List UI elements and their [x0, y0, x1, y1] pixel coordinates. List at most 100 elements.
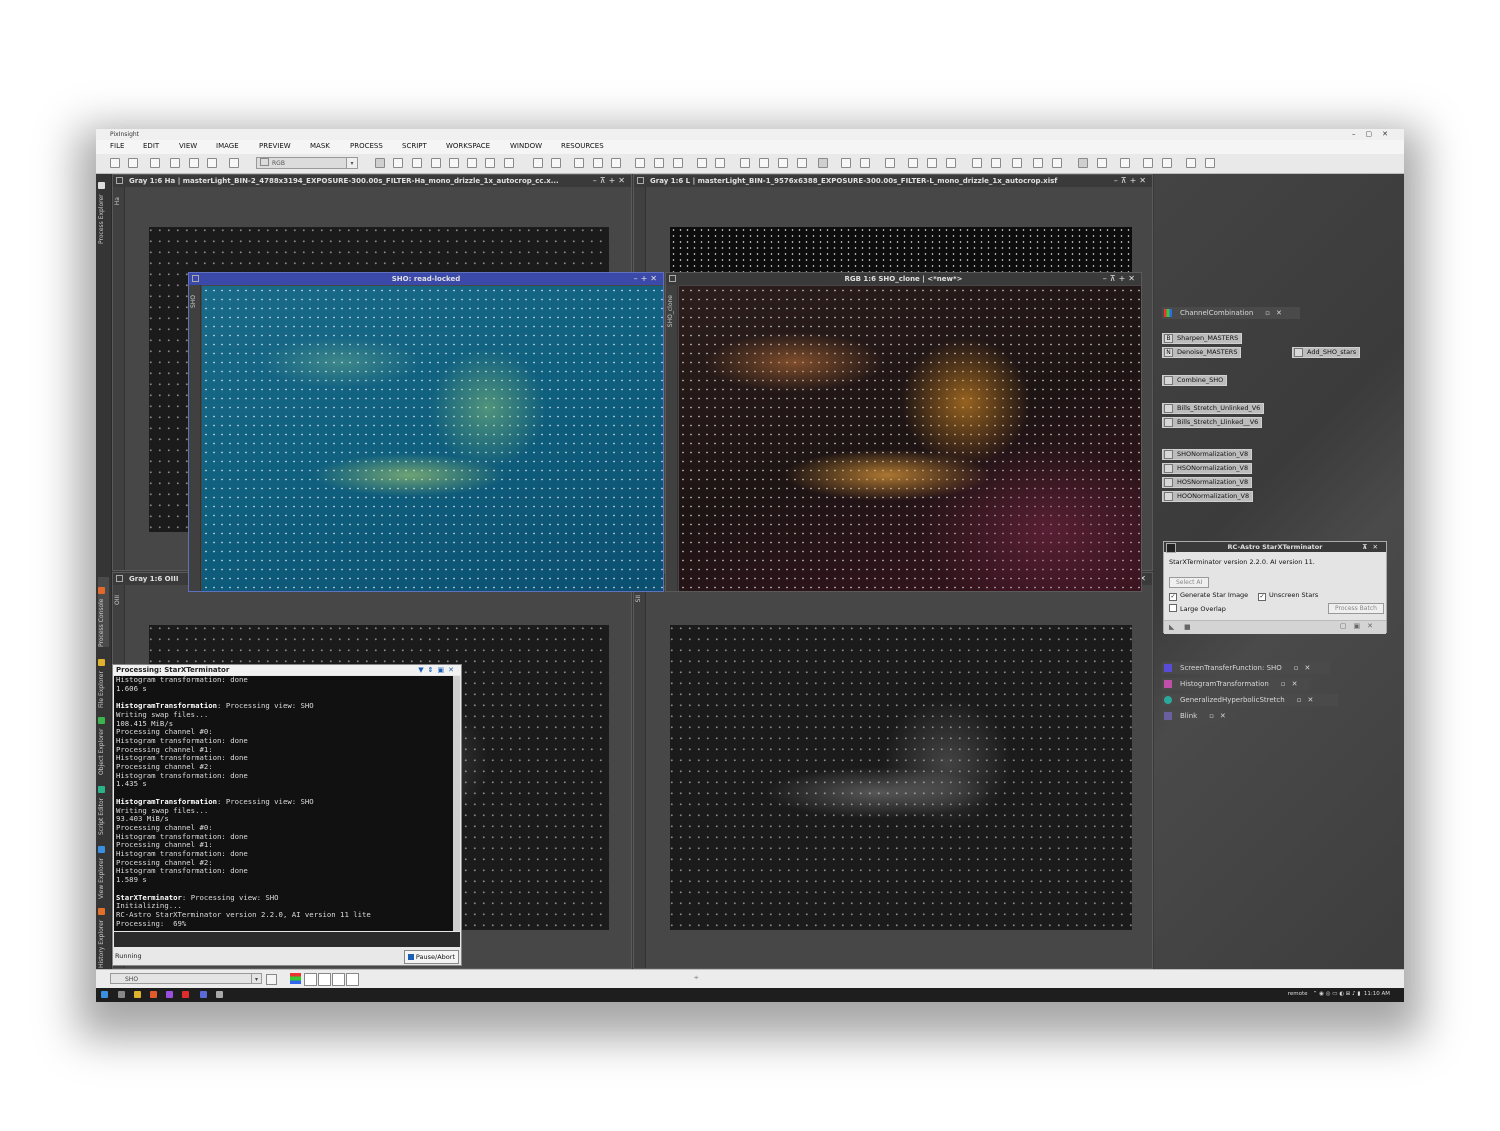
menu-workspace[interactable]: WORKSPACE — [446, 142, 490, 150]
window-controls[interactable]: ▫✕ — [1294, 664, 1317, 672]
window-header[interactable]: SHO: read-locked –+✕ — [189, 273, 663, 285]
toolbar-icon[interactable] — [697, 158, 707, 168]
view-id-label[interactable]: SHO — [190, 295, 197, 308]
window-controls[interactable]: –▢✕ — [1352, 129, 1398, 140]
tab-process-console[interactable]: Process Console — [98, 577, 109, 647]
console-controls[interactable]: ▼⇕▣✕ — [418, 665, 458, 675]
menu-script[interactable]: SCRIPT — [402, 142, 427, 150]
pan-icon[interactable] — [375, 158, 385, 168]
rgb-channel-icon[interactable] — [290, 973, 301, 984]
toolbar-icon[interactable] — [797, 158, 807, 168]
menu-file[interactable]: FILE — [110, 142, 124, 150]
bills-stretch-unlinked-icon[interactable]: Bills_Stretch_Unlinked_V6 — [1162, 403, 1265, 414]
toolbar-icon[interactable] — [150, 158, 160, 168]
channel-toggle[interactable] — [332, 973, 345, 986]
histogram-window[interactable]: HistogramTransformation ▫✕ — [1162, 678, 1310, 690]
toolbar-icon[interactable] — [207, 158, 217, 168]
sho-clone-image[interactable] — [679, 286, 1141, 591]
sharpen-masters-icon[interactable]: B Sharpen_MASTERS — [1162, 333, 1243, 344]
hoo-normalization-icon[interactable]: HOONormalization_V8 — [1162, 491, 1254, 502]
generate-star-image-checkbox[interactable]: ✓ Generate Star Image — [1169, 591, 1248, 601]
toolbar-icon[interactable] — [412, 158, 422, 168]
toolbar-icon[interactable] — [1120, 158, 1130, 168]
taskbar-app-icon[interactable] — [166, 991, 173, 998]
window-header[interactable]: RGB 1:6 SHO_clone | <*new*> –⊼+✕ — [666, 273, 1141, 285]
chevron-down-icon[interactable]: ▾ — [346, 158, 357, 168]
hos-normalization-icon[interactable]: HOSNormalization_V8 — [1162, 477, 1253, 488]
stf-window[interactable]: ScreenTransferFunction: SHO ▫✕ — [1162, 662, 1330, 674]
toolbar-icon[interactable] — [449, 158, 459, 168]
toolbar-icon[interactable] — [635, 158, 645, 168]
toolbar-icon[interactable] — [189, 158, 199, 168]
zoom-icon[interactable] — [611, 158, 621, 168]
sho-image[interactable] — [202, 286, 663, 591]
taskbar-app-icon[interactable] — [118, 991, 125, 998]
toolbar-icon[interactable] — [991, 158, 1001, 168]
menu-image[interactable]: IMAGE — [216, 142, 239, 150]
toolbar-icon[interactable] — [715, 158, 725, 168]
toolbar-icon[interactable] — [431, 158, 441, 168]
tab-history-explorer[interactable]: History Explorer — [98, 904, 109, 968]
sii-image[interactable] — [670, 625, 1132, 930]
channel-toggle[interactable] — [318, 973, 331, 986]
footer-controls[interactable]: ▢▣✕ — [1340, 622, 1380, 630]
toolbar-icon[interactable] — [266, 974, 277, 985]
redo-icon[interactable] — [128, 158, 138, 168]
browser-icon[interactable] — [150, 991, 157, 998]
add-sho-stars-icon[interactable]: Add_SHO_stars — [1292, 347, 1361, 358]
ghs-window[interactable]: GeneralizedHyperbolicStretch ▫✕ — [1162, 694, 1338, 706]
undo-icon[interactable] — [110, 158, 120, 168]
toolbar-icon[interactable] — [1186, 158, 1196, 168]
view-id-label[interactable]: SII — [635, 595, 642, 602]
clock[interactable]: 11:10 AM — [1364, 991, 1390, 997]
toolbar-icon[interactable] — [778, 158, 788, 168]
toolbar-icon[interactable] — [759, 158, 769, 168]
pause-abort-button[interactable]: Pause/Abort — [403, 950, 459, 964]
toolbar-icon[interactable] — [654, 158, 664, 168]
menu-window[interactable]: WINDOW — [510, 142, 542, 150]
window-controls[interactable]: –+✕ — [634, 273, 660, 285]
view-selector[interactable]: RGB ▾ — [256, 157, 358, 169]
toolbar-icon[interactable] — [1162, 158, 1172, 168]
window-controls[interactable]: –⊼+✕ — [1103, 273, 1138, 285]
sho-normalization-icon[interactable]: SHONormalization_V8 — [1162, 449, 1253, 460]
zoom-in-icon[interactable] — [574, 158, 584, 168]
pixinsight-taskbar-icon[interactable] — [200, 991, 207, 998]
channel-combination-icon[interactable]: ChannelCombination ▫✕ — [1162, 307, 1300, 319]
toolbar-icon[interactable] — [927, 158, 937, 168]
image-window-sho[interactable]: SHO: read-locked –+✕ SHO — [188, 272, 664, 592]
zoom-in-icon[interactable] — [533, 158, 543, 168]
toolbar-icon[interactable] — [1078, 158, 1088, 168]
zoom-out-icon[interactable] — [551, 158, 561, 168]
toolbar-icon[interactable] — [885, 158, 895, 168]
bills-stretch-linked-icon[interactable]: Bills_Stretch_Llinked__V6 — [1162, 417, 1263, 428]
menu-resources[interactable]: RESOURCES — [561, 142, 604, 150]
window-header[interactable]: Gray 1:6 Ha | masterLight_BIN-2_4788x319… — [113, 175, 631, 187]
toolbar-icon[interactable] — [467, 158, 477, 168]
toolbar-icon[interactable] — [673, 158, 683, 168]
bottom-view-selector[interactable]: SHO ▾ — [110, 973, 262, 984]
toolbar-icon[interactable] — [946, 158, 956, 168]
cursor-icon[interactable] — [504, 158, 514, 168]
hso-normalization-icon[interactable]: HSONormalization_V8 — [1162, 463, 1253, 474]
dialog-header[interactable]: RC-Astro StarXTerminator ⊼✕ — [1164, 542, 1386, 553]
taskbar-app-icon[interactable] — [216, 991, 223, 998]
view-id-label[interactable]: Ha — [114, 197, 121, 205]
unscreen-stars-checkbox[interactable]: ✓ Unscreen Stars — [1258, 591, 1318, 601]
large-overlap-checkbox[interactable]: Large Overlap — [1169, 604, 1226, 613]
toolbar-icon[interactable] — [1143, 158, 1153, 168]
denoise-masters-icon[interactable]: N Denoise_MASTERS — [1162, 347, 1242, 358]
toolbar-icon[interactable] — [740, 158, 750, 168]
toolbar-icon[interactable] — [972, 158, 982, 168]
console-header[interactable]: Processing: StarXTerminator ▼⇕▣✕ — [113, 665, 461, 675]
image-window-sho-clone[interactable]: RGB 1:6 SHO_clone | <*new*> –⊼+✕ SHO_clo… — [665, 272, 1142, 592]
toolbar-icon[interactable] — [1205, 158, 1215, 168]
zoom-out-icon[interactable] — [593, 158, 603, 168]
tab-file-explorer[interactable]: File Explorer — [98, 652, 109, 708]
process-batch-button[interactable]: Process Batch — [1328, 603, 1384, 614]
icon-controls[interactable]: ▫✕ — [1265, 309, 1288, 317]
window-controls[interactable]: ▫✕ — [1209, 712, 1232, 720]
image-window-sii[interactable]: –⊼+✕ SII — [633, 572, 1153, 969]
console-command-input[interactable] — [114, 932, 460, 947]
dialog-controls[interactable]: ⊼✕ — [1362, 542, 1383, 552]
